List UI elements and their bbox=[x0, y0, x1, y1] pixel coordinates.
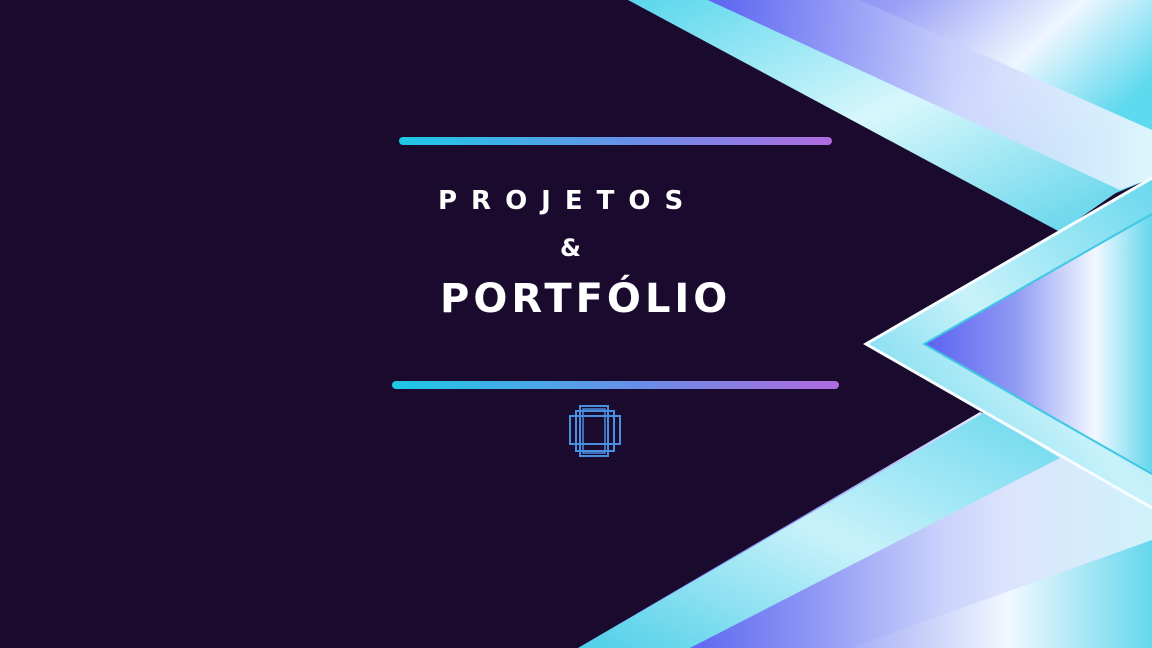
title-slide: PROJETOS & PORTFÓLIO bbox=[0, 0, 1152, 648]
title-line-projetos: PROJETOS bbox=[438, 186, 698, 216]
title-ampersand: & bbox=[560, 234, 581, 262]
overlapping-frames-icon bbox=[569, 405, 621, 457]
top-gradient-rule bbox=[399, 137, 832, 145]
geometric-background-shapes bbox=[578, 0, 1152, 648]
title-line-portfolio: PORTFÓLIO bbox=[440, 276, 732, 322]
bottom-gradient-rule bbox=[392, 381, 839, 389]
